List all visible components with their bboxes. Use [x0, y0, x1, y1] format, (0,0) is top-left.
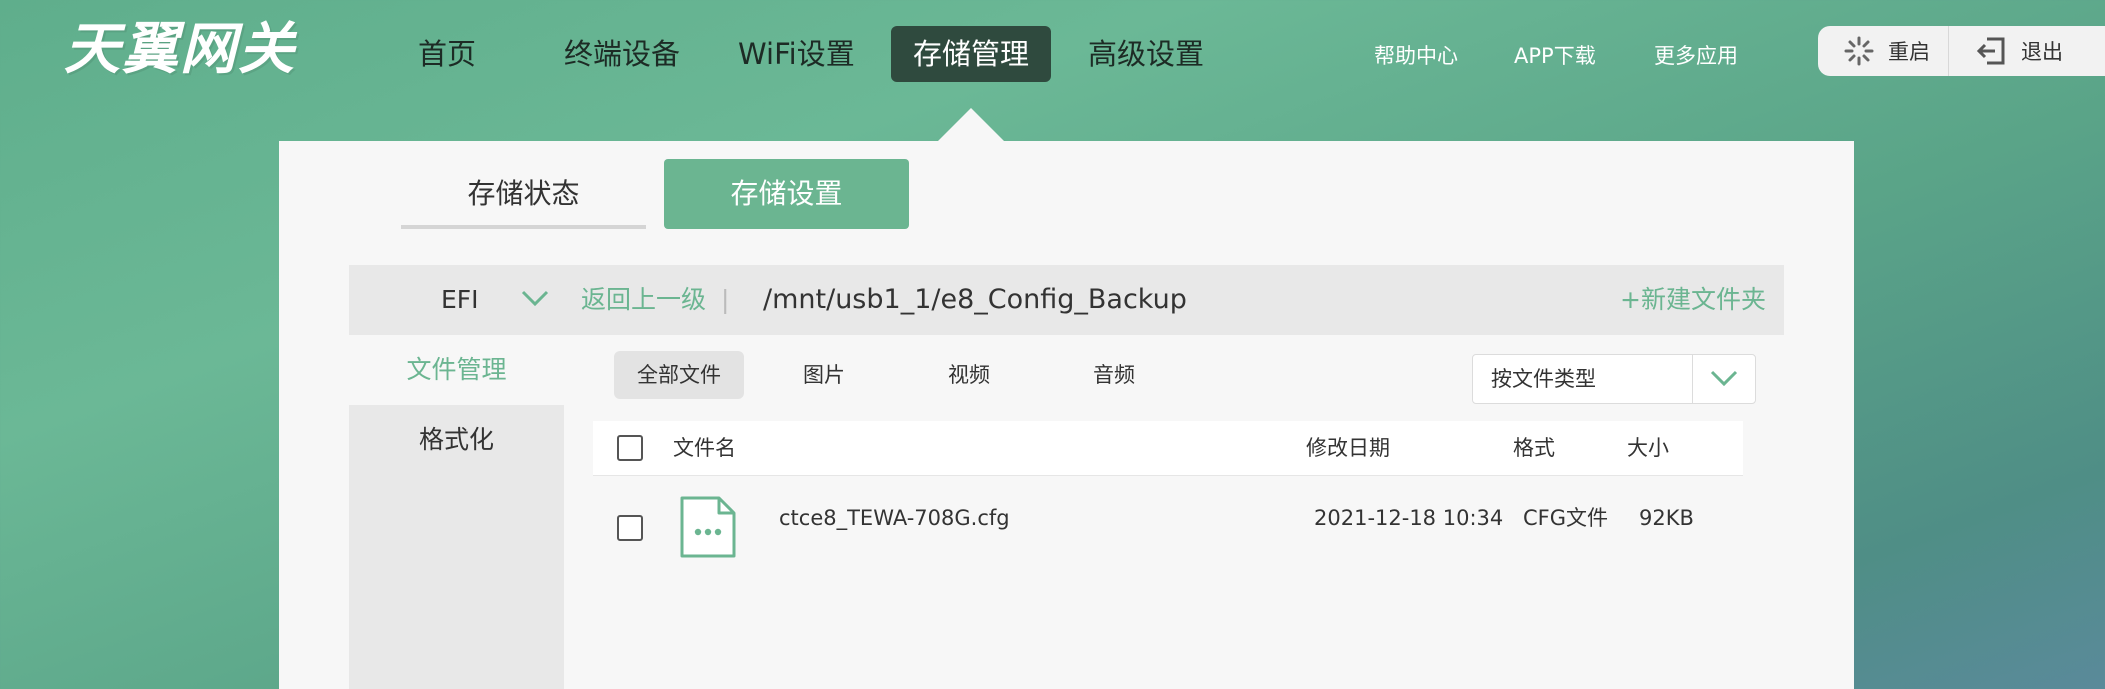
select-all-checkbox[interactable] — [617, 435, 643, 461]
nav-item-devices[interactable]: 终端设备 — [542, 26, 702, 82]
spinner-icon — [1844, 36, 1874, 66]
row-checkbox[interactable] — [617, 515, 643, 541]
file-format: CFG文件 — [1523, 506, 1609, 530]
logout-icon — [1976, 37, 2005, 65]
file-tab-images[interactable]: 图片 — [759, 351, 889, 399]
path-bar: EFI 返回上一级 | /mnt/usb1_1/e8_Config_Backup… — [349, 265, 1784, 335]
file-name[interactable]: ctce8_TEWA-708G.cfg — [779, 473, 1010, 563]
volume-name: EFI — [441, 285, 479, 314]
logout-label: 退出 — [2021, 40, 2063, 64]
chevron-down-icon[interactable] — [521, 289, 549, 307]
file-type-dropdown-button[interactable] — [1692, 355, 1755, 403]
help-center-link[interactable]: 帮助中心 — [1374, 40, 1458, 70]
column-header-name[interactable]: 文件名 — [673, 421, 736, 475]
current-path: /mnt/usb1_1/e8_Config_Backup — [763, 284, 1187, 315]
file-icon — [680, 496, 736, 558]
new-folder-button[interactable]: +新建文件夹 — [1620, 265, 1766, 335]
app-download-link[interactable]: APP下载 — [1514, 40, 1596, 70]
file-date: 2021-12-18 10:34 — [1314, 506, 1504, 530]
file-type-select[interactable]: 按文件类型 — [1472, 354, 1756, 404]
file-tab-all[interactable]: 全部文件 — [614, 351, 744, 399]
nav-item-advanced[interactable]: 高级设置 — [1066, 26, 1226, 82]
session-buttons: 重启 退出 — [1818, 26, 2105, 76]
storage-panel: 存储状态 存储设置 EFI 返回上一级 | /mnt/usb1_1/e8_Con… — [279, 141, 1854, 689]
table-row[interactable]: ctce8_TEWA-708G.cfg 2021-12-18 10:34 CFG… — [593, 481, 1743, 571]
file-tab-videos[interactable]: 视频 — [904, 351, 1034, 399]
more-apps-link[interactable]: 更多应用 — [1654, 40, 1738, 70]
logout-button[interactable]: 退出 — [1948, 26, 2081, 76]
back-up-link[interactable]: 返回上一级 — [581, 265, 706, 335]
file-type-select-value: 按文件类型 — [1491, 367, 1596, 391]
path-separator: | — [721, 285, 730, 314]
active-nav-indicator — [937, 108, 1005, 142]
restart-button[interactable]: 重启 — [1818, 26, 1948, 76]
side-menu-file-management[interactable]: 文件管理 — [349, 335, 564, 405]
nav-item-home[interactable]: 首页 — [396, 26, 498, 82]
column-header-date[interactable]: 修改日期 — [1306, 421, 1390, 475]
column-header-size[interactable]: 大小 — [1627, 421, 1669, 475]
side-menu: 文件管理 格式化 — [349, 335, 564, 689]
restart-label: 重启 — [1888, 40, 1930, 64]
nav-item-storage[interactable]: 存储管理 — [891, 26, 1052, 82]
brand-logo: 天翼网关 — [64, 17, 296, 82]
side-menu-format[interactable]: 格式化 — [349, 405, 564, 475]
side-menu-filler — [349, 475, 564, 689]
table-header: 文件名 修改日期 格式 大小 — [593, 421, 1743, 476]
file-tab-audio[interactable]: 音频 — [1049, 351, 1179, 399]
chevron-down-icon — [1710, 370, 1738, 387]
nav-item-wifi[interactable]: WiFi设置 — [716, 26, 877, 82]
tab-storage-status[interactable]: 存储状态 — [401, 159, 646, 229]
file-size: 92KB — [1639, 506, 1694, 530]
tab-storage-settings[interactable]: 存储设置 — [664, 159, 909, 229]
column-header-format[interactable]: 格式 — [1513, 421, 1555, 475]
